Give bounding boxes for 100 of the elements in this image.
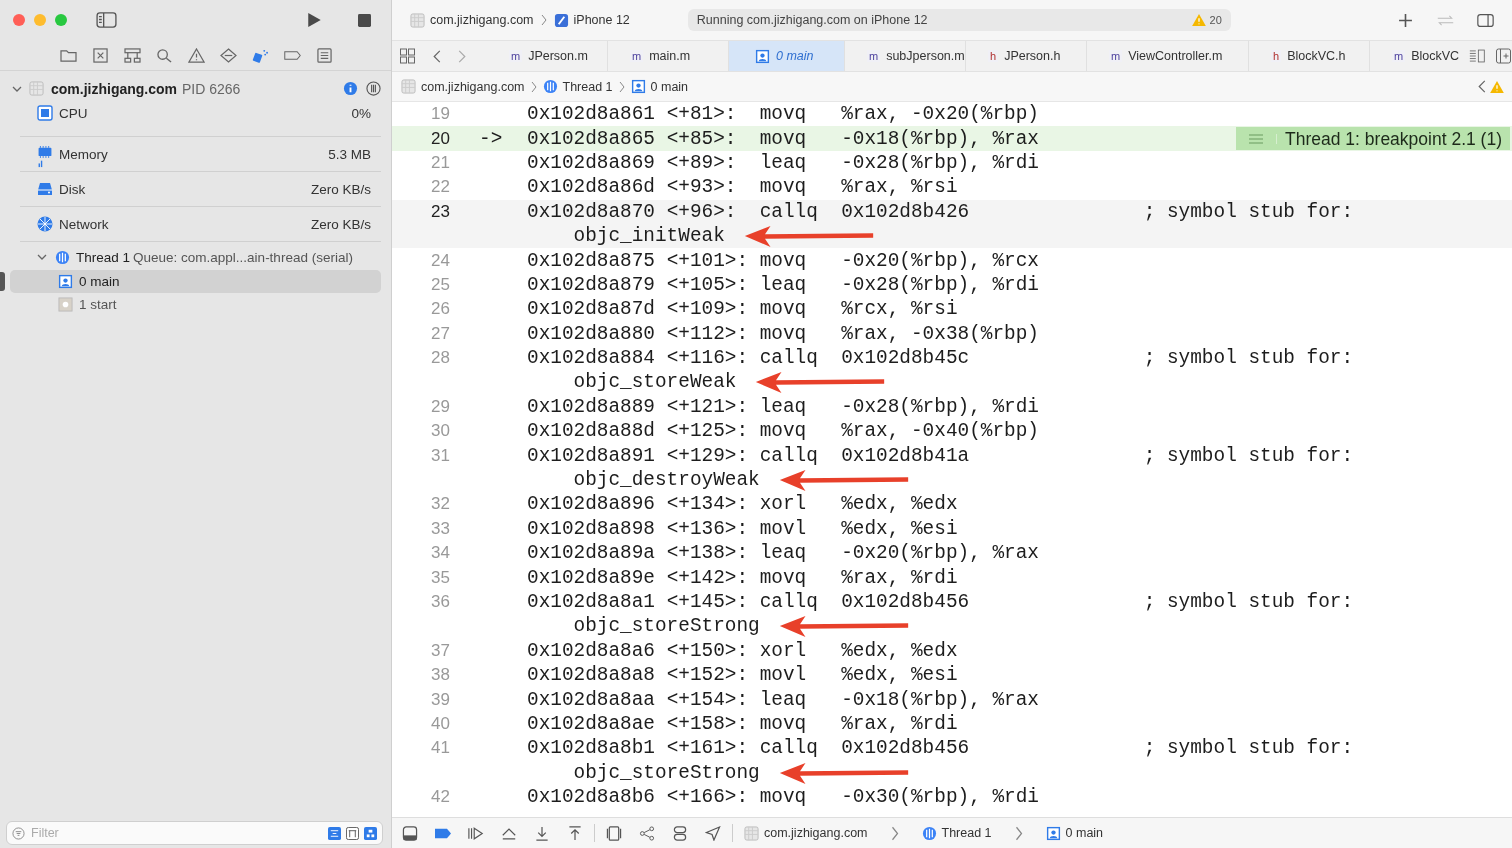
- editor-tab[interactable]: h BlockVC.h: [1249, 41, 1370, 71]
- instruction-offset: <+81>:: [666, 103, 738, 126]
- instruction-operands: -0x28(%rbp), %rdi: [841, 395, 1040, 418]
- editor-tab[interactable]: m JPerson.m: [487, 41, 608, 71]
- warning-icon[interactable]: [188, 47, 205, 63]
- instruction-operands: %rax, -0x20(%rbp): [841, 103, 1040, 126]
- instruction-address: 0x102d8a889: [527, 395, 656, 418]
- instruction-mnemonic: movq: [759, 322, 808, 345]
- pause-icon[interactable]: [366, 81, 381, 96]
- instruction-mnemonic: movq: [759, 103, 808, 126]
- line-number: 29: [430, 395, 450, 418]
- location-icon[interactable]: [705, 825, 721, 841]
- back-icon[interactable]: [433, 49, 441, 63]
- toggles-icon[interactable]: [672, 825, 688, 841]
- instruction-operands: 0x102d8b426: [841, 200, 971, 223]
- spray-icon[interactable]: [252, 47, 269, 63]
- instruction-operands: %rax, -0x40(%rbp): [841, 420, 1040, 443]
- line-number: 31: [430, 444, 450, 467]
- inspector-icon[interactable]: [1477, 12, 1494, 28]
- graph-icon[interactable]: [639, 825, 655, 841]
- view-debugger-icon[interactable]: [606, 825, 622, 841]
- instruction-offset: <+152>:: [666, 664, 750, 687]
- editor-tab[interactable]: m subJperson.m: [845, 41, 966, 71]
- search-icon[interactable]: [156, 47, 173, 63]
- instruction-offset: <+136>:: [666, 517, 750, 540]
- x-box-icon[interactable]: [92, 47, 109, 63]
- info-icon[interactable]: [343, 81, 358, 96]
- instruction-mnemonic: xorl: [759, 493, 808, 516]
- gauge-value: Zero KB/s: [310, 216, 371, 232]
- line-number: 30: [430, 420, 450, 443]
- breakpoint-banner[interactable]: Thread 1: breakpoint 2.1 (1): [1236, 127, 1510, 151]
- instruction-mnemonic: callq: [759, 737, 819, 760]
- instruction-operands: 0x102d8b41a: [841, 444, 971, 467]
- diamond-icon[interactable]: [220, 47, 237, 63]
- gauge-label[interactable]: CPU: [59, 105, 88, 121]
- file-type-icon: h: [988, 50, 999, 62]
- instruction-address: 0x102d8a875: [527, 249, 656, 272]
- instruction-operands: -0x28(%rbp), %rdi: [841, 151, 1040, 174]
- editor-tab[interactable]: 0 main: [729, 41, 845, 71]
- plus-icon[interactable]: [1397, 12, 1414, 28]
- stack-frame[interactable]: 0 main: [10, 270, 381, 293]
- gauge-label[interactable]: Memory: [59, 146, 108, 162]
- breadcrumb-item[interactable]: Thread 1: [921, 825, 992, 841]
- instruction-address: 0x102d8a865: [527, 127, 656, 150]
- editor-tab[interactable]: h JPerson.h: [966, 41, 1087, 71]
- sidebar-icon[interactable]: [96, 12, 117, 28]
- lines-icon[interactable]: [1469, 48, 1486, 64]
- instruction-address: 0x102d8a8ae: [527, 712, 656, 735]
- instruction-operands: -0x20(%rbp), %rax: [841, 542, 1040, 565]
- panel-icon[interactable]: [402, 825, 418, 841]
- instruction-offset: <+101>:: [666, 249, 750, 272]
- stop-icon[interactable]: [358, 13, 371, 27]
- editor-tab[interactable]: m ViewController.m: [1087, 41, 1249, 71]
- app-icon: [29, 81, 44, 96]
- breadcrumb-item[interactable]: 0 main: [1045, 825, 1104, 841]
- breadcrumb-item[interactable]: com.jizhigang.com: [744, 825, 868, 841]
- symbol-name: objc_initWeak: [573, 225, 725, 248]
- breadcrumb-item[interactable]: Thread 1: [542, 79, 613, 94]
- instruction-offset: <+109>:: [666, 298, 750, 321]
- instruction-offset: <+112>:: [666, 322, 750, 345]
- chevron-icon: [618, 80, 625, 93]
- grid-icon[interactable]: [399, 48, 416, 64]
- filter-icon: [12, 826, 25, 840]
- instruction-operands: %rcx, %rsi: [841, 298, 959, 321]
- play-icon[interactable]: [307, 12, 322, 28]
- disclosure-icon[interactable]: [37, 254, 47, 260]
- filter-field[interactable]: Filter: [6, 821, 383, 845]
- instruction-offset: <+105>:: [666, 273, 750, 296]
- code-comment: ; symbol stub for:: [1143, 737, 1354, 760]
- line-number: 36: [430, 591, 450, 613]
- disclosure-icon[interactable]: [12, 85, 22, 92]
- instruction-offset: <+129>:: [666, 444, 750, 467]
- hierarchy-icon[interactable]: [124, 47, 141, 63]
- gauge-label[interactable]: Network: [59, 216, 109, 232]
- close-button[interactable]: [13, 14, 25, 26]
- thread-icon: [55, 249, 70, 265]
- device-name[interactable]: iPhone 12: [573, 13, 630, 27]
- instruction-offset: <+150>:: [666, 639, 750, 662]
- chevron-icon: [540, 14, 547, 26]
- warning-count[interactable]: 20: [1209, 14, 1222, 26]
- instruction-address: 0x102d8a8b1: [527, 737, 656, 760]
- breadcrumb-item[interactable]: 0 main: [630, 79, 689, 94]
- instruction-operands: %rax, %rdi: [841, 566, 959, 589]
- breadcrumb-item[interactable]: com.jizhigang.com: [401, 79, 525, 94]
- list-icon[interactable]: [316, 47, 333, 63]
- continue-icon[interactable]: [468, 825, 484, 841]
- folder-icon[interactable]: [60, 47, 77, 63]
- step-into-icon[interactable]: [534, 825, 550, 841]
- back-icon[interactable]: [1478, 80, 1486, 93]
- globe-icon: [37, 216, 53, 232]
- symbol-name: objc_storeStrong: [573, 761, 760, 784]
- chevron-icon: [530, 80, 537, 93]
- device-icon: [553, 12, 569, 28]
- step-out-icon[interactable]: [567, 825, 583, 841]
- gauge-label[interactable]: Disk: [59, 181, 86, 197]
- line-number: 24: [430, 249, 450, 272]
- breadcrumb-item[interactable]: com.jizhigang.com: [410, 12, 534, 28]
- line-number: 19: [430, 103, 450, 126]
- add-editor-icon[interactable]: [1495, 48, 1512, 64]
- stack-frame[interactable]: 1 start: [10, 293, 381, 316]
